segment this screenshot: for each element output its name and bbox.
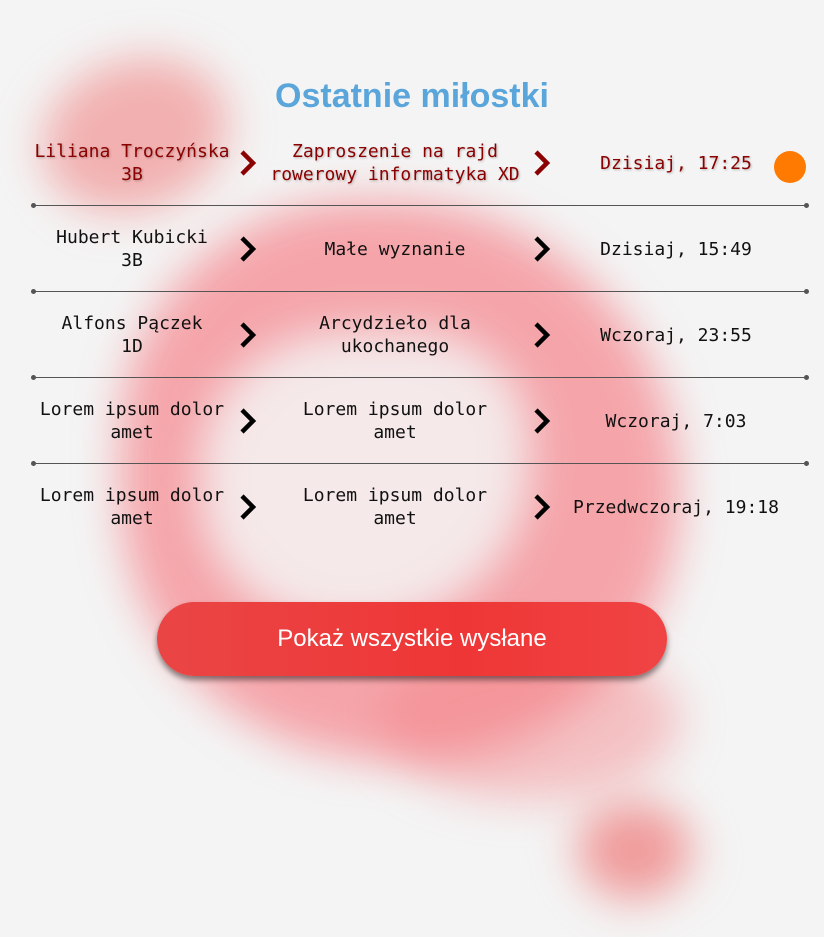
message-line: ukochanego: [340, 336, 450, 357]
message-line: rowerowy informatyka XD: [270, 164, 520, 185]
message-line: amet: [373, 508, 417, 529]
chevron-right-icon: [232, 149, 262, 177]
message-row[interactable]: Lorem ipsum dolor amet Lorem ipsum dolor…: [32, 464, 808, 550]
sender-name: Lorem ipsum dolor: [39, 485, 225, 506]
sender-name: Liliana Troczyńska: [34, 141, 230, 162]
chevron-right-icon: [232, 235, 262, 263]
message-time: Dzisiaj, 17:25: [600, 152, 752, 174]
message-subject: Arcydzieło dla ukochanego: [264, 312, 526, 358]
show-all-sent-button[interactable]: Pokaż wszystkie wysłane: [157, 602, 667, 676]
chevron-right-icon: [232, 321, 262, 349]
message-row[interactable]: Liliana Troczyńska 3B Zaproszenie na raj…: [31, 120, 809, 208]
chevron-right-icon: [232, 407, 262, 435]
message-row[interactable]: Alfons Pączek 1D Arcydzieło dla ukochane…: [31, 292, 809, 380]
message-time: Wczoraj, 23:55: [600, 324, 752, 346]
sender: Lorem ipsum dolor amet: [32, 484, 232, 530]
message-line: Lorem ipsum dolor: [302, 399, 488, 420]
message-time: Przedwczoraj, 19:18: [573, 496, 779, 518]
message-line: Zaproszenie na rajd: [292, 141, 498, 162]
message-subject: Lorem ipsum dolor amet: [264, 398, 526, 444]
sender-class: amet: [110, 422, 154, 443]
sender-class: 3B: [121, 164, 143, 185]
message-row[interactable]: Hubert Kubicki 3B Małe wyznanie Dzisiaj,…: [31, 206, 809, 294]
message-subject: Małe wyznanie: [264, 238, 526, 261]
recent-messages-list: Liliana Troczyńska 3B Zaproszenie na raj…: [31, 120, 809, 550]
background-heart-blur: [564, 781, 706, 919]
sender-class: 3B: [121, 250, 143, 271]
message-line: Arcydzieło dla: [319, 313, 471, 334]
sender-name: Lorem ipsum dolor: [39, 399, 225, 420]
chevron-right-icon: [232, 493, 262, 521]
chevron-right-icon: [526, 407, 556, 435]
sender: Alfons Pączek 1D: [32, 312, 232, 358]
message-subject: Zaproszenie na rajd rowerowy informatyka…: [264, 140, 526, 186]
message-line: Lorem ipsum dolor: [302, 485, 488, 506]
message-time: Dzisiaj, 15:49: [600, 238, 752, 260]
chevron-right-icon: [526, 149, 556, 177]
sender: Liliana Troczyńska 3B: [32, 140, 232, 186]
chevron-right-icon: [526, 493, 556, 521]
chevron-right-icon: [526, 321, 556, 349]
unread-dot-icon: [774, 151, 806, 183]
sender: Hubert Kubicki 3B: [32, 226, 232, 272]
sender-name: Alfons Pączek: [61, 313, 203, 334]
message-subject: Lorem ipsum dolor amet: [264, 484, 526, 530]
message-row[interactable]: Lorem ipsum dolor amet Lorem ipsum dolor…: [31, 378, 809, 466]
sender-name: Hubert Kubicki: [56, 227, 208, 248]
message-time: Wczoraj, 7:03: [605, 410, 747, 432]
chevron-right-icon: [526, 235, 556, 263]
sender-class: 1D: [121, 336, 143, 357]
message-line: Małe wyznanie: [324, 238, 466, 260]
sender-class: amet: [110, 508, 154, 529]
page-title: Ostatnie miłostki: [275, 76, 549, 115]
message-line: amet: [373, 422, 417, 443]
sender: Lorem ipsum dolor amet: [32, 398, 232, 444]
